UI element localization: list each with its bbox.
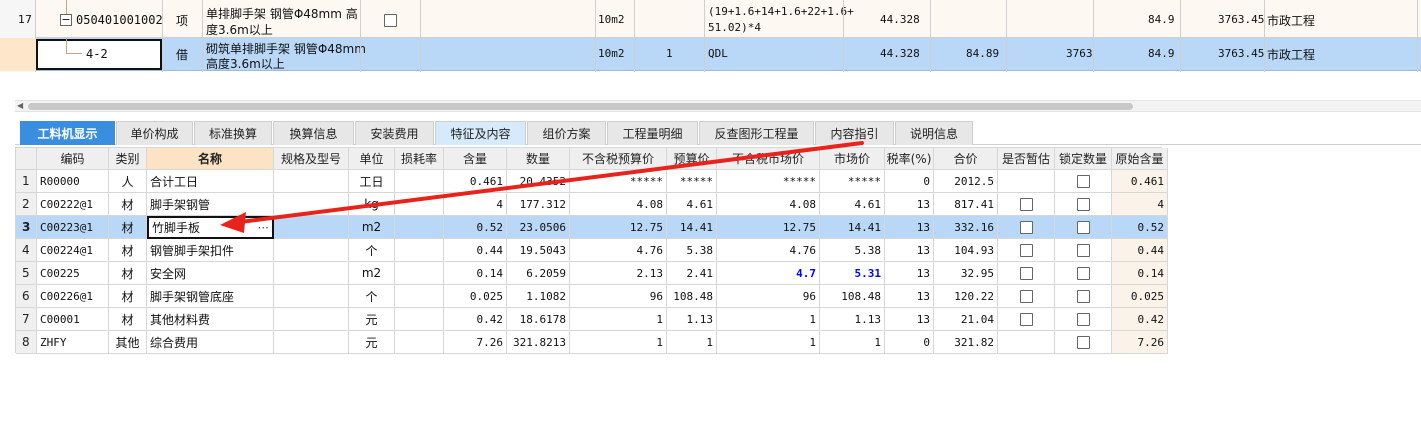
annotation-arrow [220, 141, 864, 233]
